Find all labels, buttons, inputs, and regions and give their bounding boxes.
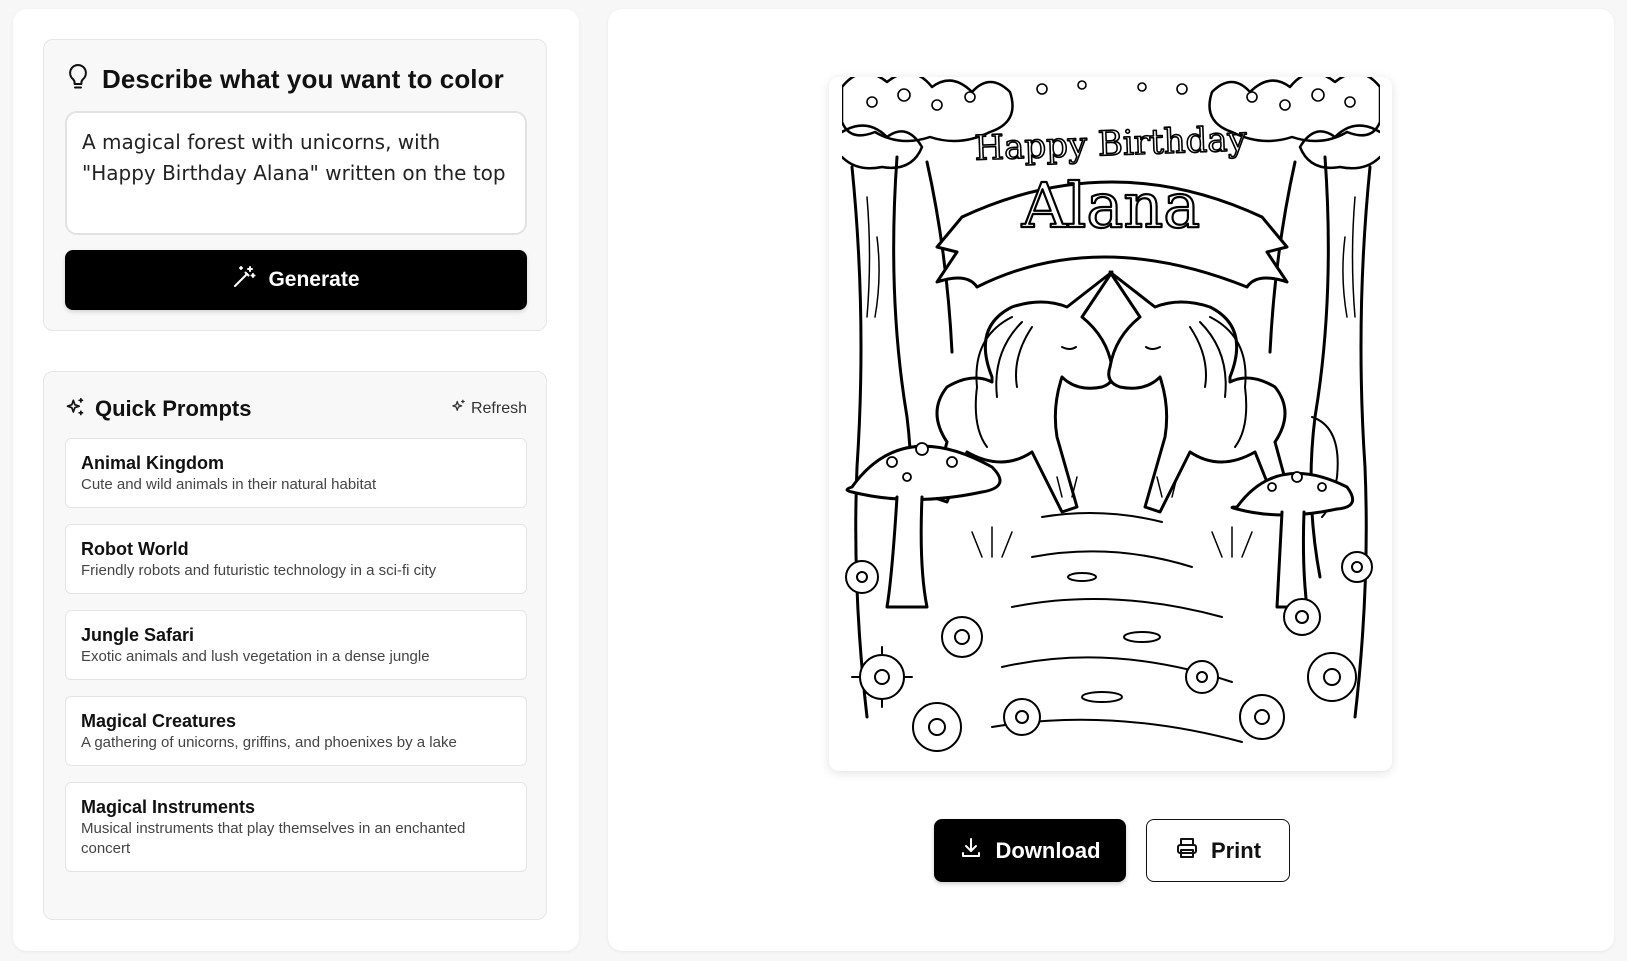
prompt-item-title: Jungle Safari — [81, 625, 195, 645]
refresh-button[interactable]: Refresh — [451, 399, 527, 419]
quick-prompts-header: Quick Prompts Refresh — [65, 392, 527, 426]
magic-wand-icon — [232, 265, 256, 295]
lightbulb-icon — [66, 63, 90, 96]
coloring-page-image: Happy Birthday Alana — [829, 77, 1392, 771]
describe-card: Describe what you want to color A magica… — [43, 39, 547, 331]
describe-header: Describe what you want to color — [66, 62, 504, 96]
refresh-label: Refresh — [470, 400, 527, 417]
prompt-item-title: Animal Kingdom — [81, 453, 224, 473]
sparkles-icon — [451, 399, 466, 419]
prompt-item-jungle-safari[interactable]: Jungle Safari Exotic animals and lush ve… — [65, 610, 527, 680]
quick-prompts-card: Quick Prompts Refresh Animal Kingdom Cut… — [43, 371, 547, 920]
banner-line2: Alana — [1021, 169, 1200, 242]
left-panel: Describe what you want to color A magica… — [13, 9, 579, 951]
sparkles-icon — [65, 397, 85, 422]
prompt-item-animal-kingdom[interactable]: Animal Kingdom Cute and wild animals in … — [65, 438, 527, 508]
prompt-item-robot-world[interactable]: Robot World Friendly robots and futurist… — [65, 524, 527, 594]
prompt-item-description: Exotic animals and lush vegetation in a … — [81, 648, 430, 665]
prompt-list: Animal Kingdom Cute and wild animals in … — [65, 438, 527, 888]
banner-line1: Happy Birthday — [974, 119, 1248, 169]
prompt-item-description: Friendly robots and futuristic technolog… — [81, 562, 437, 579]
download-label: Download — [995, 837, 1101, 863]
prompt-item-title: Magical Creatures — [81, 711, 237, 731]
generate-button[interactable]: Generate — [65, 250, 527, 310]
prompt-textarea[interactable]: A magical forest with unicorns, with "Ha… — [65, 111, 527, 235]
printer-icon — [1175, 836, 1199, 866]
print-label: Print — [1210, 837, 1262, 863]
describe-title: Describe what you want to color — [102, 63, 504, 94]
generate-label: Generate — [268, 268, 360, 291]
prompt-item-title: Robot World — [81, 539, 189, 559]
prompt-item-title: Magical Instruments — [81, 797, 256, 817]
prompt-item-magical-instruments[interactable]: Magical Instruments Musical instruments … — [65, 782, 527, 872]
quick-prompts-title: Quick Prompts — [95, 396, 252, 421]
prompt-item-magical-creatures[interactable]: Magical Creatures A gathering of unicorn… — [65, 696, 527, 766]
print-button[interactable]: Print — [1146, 819, 1290, 882]
prompt-item-description: Musical instruments that play themselves… — [81, 820, 466, 857]
prompt-item-description: A gathering of unicorns, griffins, and p… — [81, 734, 457, 751]
download-button[interactable]: Download — [934, 819, 1126, 882]
prompt-item-description: Cute and wild animals in their natural h… — [81, 476, 377, 493]
download-icon — [959, 836, 983, 866]
